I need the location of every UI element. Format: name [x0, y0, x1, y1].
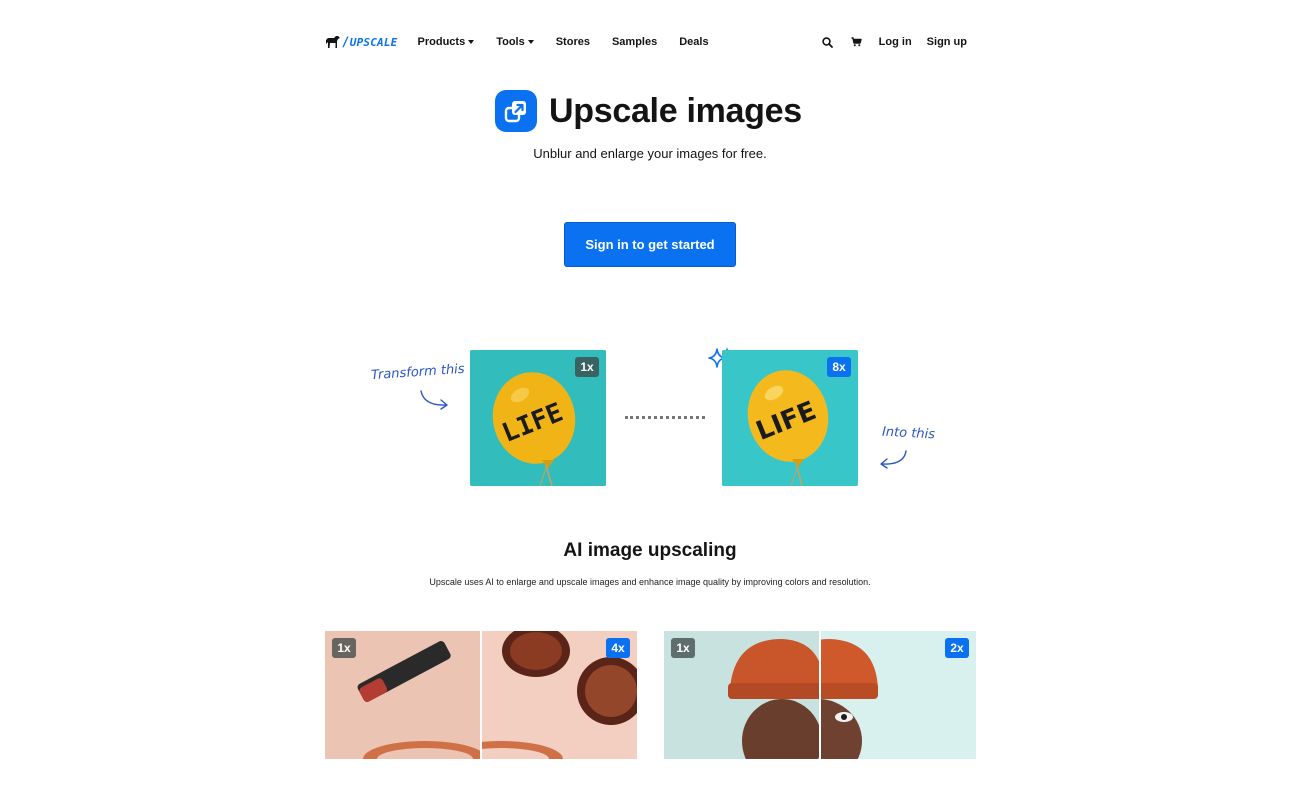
into-this-note: Into this — [881, 424, 936, 443]
nav-right-group: Log in Sign up — [821, 35, 967, 49]
zoom-badge-2x: 2x — [945, 638, 969, 658]
top-navigation: / UPSCALE Products Tools Stores Samples … — [325, 30, 967, 54]
cart-icon[interactable] — [850, 35, 864, 49]
section-title: AI image upscaling — [563, 540, 737, 561]
zebra-logo-icon — [326, 36, 340, 48]
sign-in-button[interactable]: Sign in to get started — [564, 222, 736, 267]
login-link[interactable]: Log in — [879, 36, 912, 48]
logo-text: UPSCALE — [349, 35, 398, 49]
zoom-badge-1x: 1x — [671, 638, 695, 658]
nav-tools-label: Tools — [496, 36, 525, 48]
nav-samples-label: Samples — [611, 36, 658, 48]
zoom-badge-1x: 1x — [575, 357, 599, 377]
page-subtitle: Unblur and enlarge your images for free. — [533, 146, 767, 161]
signup-link[interactable]: Sign up — [927, 36, 967, 48]
caret-down-icon — [527, 40, 534, 44]
comparison-card-portrait: 1x 2x — [664, 631, 976, 759]
section-subtitle: Upscale uses AI to enlarge and upscale i… — [429, 577, 871, 587]
zoom-badge-1x: 1x — [332, 638, 356, 658]
after-image: LIFE 8x — [722, 350, 858, 486]
caret-down-icon — [468, 40, 475, 44]
nav-deals[interactable]: Deals — [679, 36, 708, 48]
zoom-badge-8x: 8x — [827, 357, 851, 377]
nav-samples[interactable]: Samples — [612, 36, 657, 48]
page-title: Upscale images — [549, 91, 802, 130]
compare-divider[interactable] — [819, 631, 821, 759]
dotted-connector — [625, 416, 705, 419]
nav-products-label: Products — [417, 36, 466, 48]
curved-arrow-left-icon — [880, 450, 907, 469]
comparison-card-sunglasses: 1x 4x — [325, 631, 637, 759]
nav-stores-label: Stores — [555, 36, 590, 48]
before-image: LIFE 1x — [470, 350, 606, 486]
search-icon[interactable] — [821, 35, 835, 49]
transform-this-note: Transform this — [370, 361, 466, 384]
curved-arrow-right-icon — [420, 390, 448, 410]
zoom-badge-4x: 4x — [606, 638, 630, 658]
nav-tools[interactable]: Tools — [496, 36, 534, 48]
nav-deals-label: Deals — [679, 36, 709, 48]
logo-slash: / — [341, 34, 349, 50]
nav-stores[interactable]: Stores — [556, 36, 590, 48]
hero-heading: Upscale images — [495, 90, 802, 132]
logo[interactable]: / UPSCALE — [325, 35, 398, 50]
nav-products[interactable]: Products — [418, 36, 475, 48]
upscale-arrow-icon — [495, 90, 537, 132]
compare-divider[interactable] — [480, 631, 482, 759]
